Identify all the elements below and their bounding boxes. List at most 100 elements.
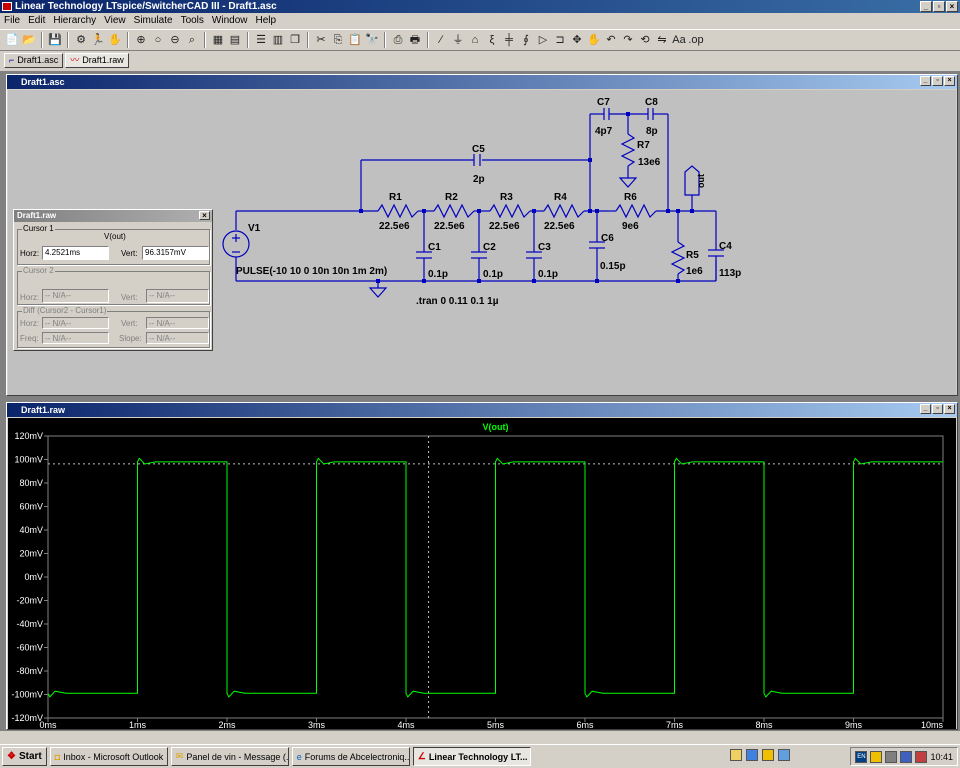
find-icon[interactable]: 🔭 (364, 32, 380, 48)
tray-network-icon[interactable] (885, 750, 898, 763)
tab-waveform[interactable]: 〰 Draft1.raw (65, 53, 129, 68)
zoom-in-icon[interactable]: ⊕ (133, 32, 149, 48)
label-R1[interactable]: R1 (389, 192, 402, 203)
restore-button[interactable]: ▫ (932, 404, 943, 414)
cascade-icon[interactable]: ❐ (287, 32, 303, 48)
undo-icon[interactable]: ↶ (603, 32, 619, 48)
run-icon[interactable]: 🏃 (90, 32, 106, 48)
cursor1-vert-field[interactable]: 96.3157mV (142, 246, 209, 260)
menu-edit[interactable]: Edit (28, 15, 45, 26)
close-button[interactable]: × (944, 404, 955, 414)
outlook-icon[interactable] (762, 749, 774, 761)
menu-view[interactable]: View (104, 15, 126, 26)
menu-simulate[interactable]: Simulate (134, 15, 173, 26)
value-R5[interactable]: 1e6 (686, 266, 703, 277)
resistor-icon[interactable]: ξ (484, 32, 500, 48)
component-icon[interactable]: ⊐ (552, 32, 568, 48)
start-button[interactable]: ❖ Start (2, 747, 47, 766)
autorange-icon[interactable]: ▦ (210, 32, 226, 48)
save-icon[interactable]: 💾 (47, 32, 63, 48)
menu-tools[interactable]: Tools (181, 15, 204, 26)
cursor-window-close-button[interactable]: × (199, 211, 210, 220)
menu-window[interactable]: Window (212, 15, 248, 26)
label-R3[interactable]: R3 (500, 192, 513, 203)
folder-icon[interactable] (730, 749, 742, 761)
restore-button[interactable]: ▫ (932, 76, 943, 86)
label-C1[interactable]: C1 (428, 242, 441, 253)
label-C3[interactable]: C3 (538, 242, 551, 253)
mirror-icon[interactable]: ⇋ (654, 32, 670, 48)
ie-icon[interactable] (746, 749, 758, 761)
zoom-fit-icon[interactable]: ⌕ (184, 32, 200, 48)
restore-button[interactable]: ▫ (933, 1, 945, 12)
value-C7[interactable]: 4p7 (595, 126, 613, 137)
label-pulse[interactable]: PULSE(-10 10 0 10n 10n 1m 2m) (236, 266, 387, 277)
tray-app-icon[interactable] (870, 750, 883, 763)
zoom-out-icon[interactable]: ⊖ (167, 32, 183, 48)
halt-icon[interactable]: ✋ (107, 32, 123, 48)
open-icon[interactable]: 📂 (21, 32, 37, 48)
label-icon[interactable]: ⌂ (467, 32, 483, 48)
value-C1[interactable]: 0.1p (428, 269, 448, 280)
label-C4[interactable]: C4 (719, 241, 732, 252)
print-setup-icon[interactable]: ⎙ (390, 32, 406, 48)
minimize-button[interactable]: _ (920, 1, 932, 12)
redo-icon[interactable]: ↷ (620, 32, 636, 48)
print-icon[interactable]: 🖶 (407, 32, 423, 48)
copy-icon[interactable]: ⎘ (330, 32, 346, 48)
label-C5[interactable]: C5 (472, 144, 485, 155)
paste-icon[interactable]: 📋 (347, 32, 363, 48)
value-C3[interactable]: 0.1p (538, 269, 558, 280)
value-C8[interactable]: 8p (646, 126, 658, 137)
label-R4[interactable]: R4 (554, 192, 567, 203)
wire-icon[interactable]: ∕ (433, 32, 449, 48)
value-R6[interactable]: 9e6 (622, 221, 639, 232)
waveform-plot-area[interactable]: V(out) 120mV 100mV 80mV 60mV 40mV 20mV 0mV -20mV… (8, 418, 956, 730)
cut-icon[interactable]: ✂ (313, 32, 329, 48)
label-C8[interactable]: C8 (645, 97, 658, 108)
new-schematic-icon[interactable]: 📄 (4, 32, 20, 48)
text-icon[interactable]: Aa (671, 32, 687, 48)
waveform-icon[interactable]: ▤ (227, 32, 243, 48)
desktop-icon[interactable] (778, 749, 790, 761)
diode-icon[interactable]: ▷ (535, 32, 551, 48)
value-R7[interactable]: 13e6 (638, 157, 661, 168)
label-R6[interactable]: R6 (624, 192, 637, 203)
label-C7[interactable]: C7 (597, 97, 610, 108)
minimize-button[interactable]: _ (920, 404, 931, 414)
label-V1[interactable]: V1 (248, 223, 261, 234)
net-label-out[interactable]: out (696, 174, 706, 188)
label-R2[interactable]: R2 (445, 192, 458, 203)
value-R4[interactable]: 22.5e6 (544, 221, 575, 232)
ground-icon[interactable]: ⏚ (450, 32, 466, 48)
tray-security-icon[interactable] (915, 750, 928, 763)
taskbar-item-message[interactable]: ✉ Panel de vin - Message (... (170, 747, 289, 766)
drag-icon[interactable]: ✋ (586, 32, 602, 48)
value-C4[interactable]: 113p (719, 268, 741, 279)
value-R1[interactable]: 22.5e6 (379, 221, 410, 232)
move-icon[interactable]: ✥ (569, 32, 585, 48)
inductor-icon[interactable]: ∮ (518, 32, 534, 48)
label-R5[interactable]: R5 (686, 250, 699, 261)
menu-hierarchy[interactable]: Hierarchy (53, 15, 96, 26)
language-indicator[interactable]: EN (855, 750, 868, 763)
minimize-button[interactable]: _ (920, 76, 931, 86)
close-button[interactable]: × (946, 1, 958, 12)
value-C5[interactable]: 2p (473, 174, 485, 185)
spice-directive-icon[interactable]: .op (688, 32, 704, 48)
tile-vertical-icon[interactable]: ▥ (270, 32, 286, 48)
tray-volume-icon[interactable] (900, 750, 913, 763)
taskbar-item-forums[interactable]: e Forums de Abcelectroniq... (291, 747, 410, 766)
tile-horizontal-icon[interactable]: ☰ (253, 32, 269, 48)
value-R3[interactable]: 22.5e6 (489, 221, 520, 232)
pan-icon[interactable]: ○ (150, 32, 166, 48)
menu-help[interactable]: Help (256, 15, 277, 26)
taskbar-item-outlook[interactable]: ◘ Inbox - Microsoft Outlook (49, 747, 168, 766)
control-panel-icon[interactable]: ⚙ (73, 32, 89, 48)
value-C6[interactable]: 0.15p (600, 261, 626, 272)
label-R7[interactable]: R7 (637, 140, 650, 151)
cursor1-horz-field[interactable]: 4.2521ms (42, 246, 109, 260)
taskbar-item-ltspice[interactable]: ∠ Linear Technology LT... (412, 747, 531, 766)
spice-directive-tran[interactable]: .tran 0 0.11 0.1 1µ (416, 296, 499, 307)
capacitor-icon[interactable]: ╪ (501, 32, 517, 48)
